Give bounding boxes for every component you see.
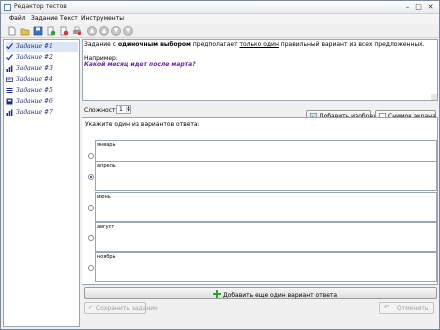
add-task-icon[interactable]	[46, 26, 56, 36]
answer-text: август	[97, 224, 115, 230]
app-window: Редактор тестов – □ ✕ Файл Задание Текст…	[0, 0, 440, 330]
answer-text: ноябрь	[97, 254, 116, 260]
move-last-down-icon[interactable]: ▼	[123, 26, 133, 36]
task-item-6[interactable]: Задание #6	[6, 97, 78, 107]
toolbar: ▲ ▲ ▼ ▼	[1, 24, 439, 38]
graduation-icon	[6, 98, 13, 105]
move-first-up-icon[interactable]: ▲	[87, 26, 97, 36]
cancel-label: Отменить	[397, 305, 429, 312]
new-file-icon[interactable]	[7, 26, 17, 36]
menu-file[interactable]: Файл	[9, 15, 26, 22]
description-part: правильный вариант из всех предложенных.	[278, 41, 425, 48]
answer-field[interactable]: июнь	[95, 192, 437, 222]
list-icon	[6, 88, 13, 93]
answer-radio[interactable]	[88, 265, 94, 271]
description-underlined: только один	[239, 41, 279, 48]
task-label: Задание #2	[16, 54, 53, 61]
resize-grip[interactable]	[431, 94, 437, 100]
save-icon[interactable]	[33, 26, 43, 36]
task-label: Задание #4	[16, 76, 53, 83]
answer-text: июнь	[97, 194, 111, 200]
task-description-editor[interactable]: Задание с одиночным выбором предполагает…	[82, 39, 438, 101]
description-part: Задание с	[84, 41, 118, 48]
answer-field[interactable]: ноябрь	[95, 252, 437, 282]
task-label: Задание #7	[16, 109, 53, 116]
answer-radio[interactable]	[88, 153, 94, 159]
save-task-button[interactable]: ✓ Сохранить задание	[84, 302, 158, 314]
answers-panel: Укажите один из вариантов ответа: январь…	[82, 117, 438, 285]
answers-hint: Укажите один из вариантов ответа:	[85, 121, 200, 128]
task-item-7[interactable]: Задание #7	[6, 108, 78, 118]
maximize-button[interactable]: □	[414, 3, 423, 11]
answer-text: январь	[97, 142, 116, 148]
save-task-label: Сохранить задание	[96, 305, 158, 312]
answer-row-2: апрель	[82, 161, 438, 191]
answer-field[interactable]: апрель	[95, 161, 437, 191]
app-icon	[4, 4, 11, 11]
example-question: Какой месяц идет после марта?	[84, 61, 196, 68]
textfield-icon	[6, 77, 13, 82]
menu-bar: Файл Задание Текст Инструменты	[1, 14, 439, 24]
task-label: Задание #6	[16, 98, 53, 105]
task-label: Задание #5	[16, 87, 53, 94]
open-folder-icon[interactable]	[20, 26, 30, 36]
answer-radio-selected[interactable]	[88, 174, 94, 180]
answer-radio[interactable]	[88, 235, 94, 241]
answer-text: апрель	[97, 163, 116, 169]
task-label: Задание #1	[16, 43, 53, 50]
task-label: Задание #3	[16, 65, 53, 72]
add-answer-content: Добавить еще один вариант ответа	[213, 289, 337, 299]
answer-radio[interactable]	[88, 205, 94, 211]
undo-icon: ↶	[384, 304, 390, 311]
task-item-2[interactable]: Задание #2	[6, 53, 78, 63]
menu-text[interactable]: Текст	[60, 15, 78, 22]
checkmark-icon: ✓	[88, 304, 94, 311]
difficulty-value: 1	[119, 106, 123, 113]
delete-task-icon[interactable]	[59, 26, 69, 36]
print-icon[interactable]	[72, 26, 82, 36]
minimize-button[interactable]: –	[403, 3, 412, 11]
task-item-1[interactable]: Задание #1	[6, 42, 78, 52]
checkmark-icon	[6, 43, 13, 50]
cancel-button[interactable]: ↶ Отменить	[379, 302, 434, 314]
window-title: Редактор тестов	[14, 3, 67, 10]
answer-field[interactable]: август	[95, 222, 437, 252]
menu-task[interactable]: Задание	[31, 15, 58, 22]
difficulty-spinner[interactable]: 1 ▲ ▼	[116, 105, 131, 114]
title-bar: Редактор тестов – □ ✕	[1, 1, 439, 14]
plus-icon	[213, 290, 221, 298]
answer-row-4: август	[82, 222, 438, 252]
bottom-bar: ✓ Сохранить задание ↶ Отменить	[82, 301, 438, 327]
menu-tools[interactable]: Инструменты	[81, 15, 124, 22]
description-part: предполагает	[190, 41, 240, 48]
add-answer-label: Добавить еще один вариант ответа	[223, 292, 338, 299]
answer-row-5: ноябрь	[82, 252, 438, 282]
add-answer-button[interactable]: Добавить еще один вариант ответа	[84, 287, 437, 299]
task-item-4[interactable]: Задание #4	[6, 75, 78, 85]
task-item-3[interactable]: Задание #3	[6, 64, 78, 74]
bar-chart-icon	[6, 109, 13, 116]
task-item-5[interactable]: Задание #5	[6, 86, 78, 96]
bar-chart-icon	[6, 65, 13, 72]
task-list: Задание #1 Задание #2 Задание #3 Задание…	[3, 39, 80, 327]
checkmark-icon	[6, 54, 13, 61]
answer-row-3: июнь	[82, 192, 438, 222]
move-down-icon[interactable]: ▼	[111, 26, 121, 36]
description-bold: одиночным выбором	[117, 41, 191, 48]
close-button[interactable]: ✕	[426, 3, 435, 11]
description-text: Задание с одиночным выбором предполагает…	[84, 41, 425, 48]
move-up-icon[interactable]: ▲	[99, 26, 109, 36]
spinner-arrows-icon[interactable]: ▲ ▼	[126, 106, 130, 113]
